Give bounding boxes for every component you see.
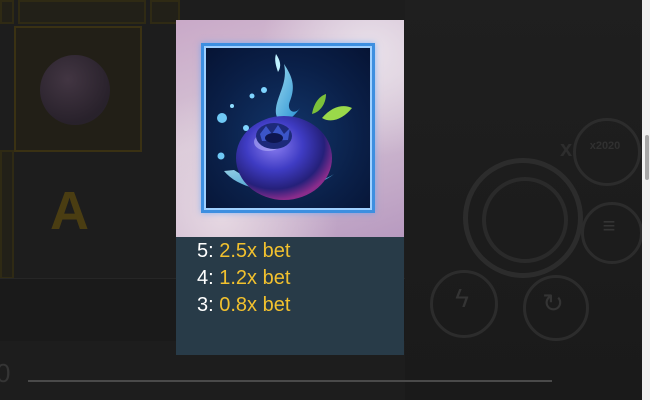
- scrollbar-track[interactable]: [642, 0, 650, 400]
- dimmed-fruit-symbol-icon: [40, 55, 110, 125]
- symbol-count: 5:: [197, 240, 214, 262]
- bet-multiplier-button[interactable]: [573, 118, 641, 186]
- symbol-frame: [201, 43, 375, 213]
- symbol-backdrop: [176, 20, 404, 237]
- bet-multiplier-label: x2020: [589, 140, 621, 152]
- reel-frame: [0, 150, 14, 279]
- game-stage: A x x2020 ≡ ϟ ↻ 0 5: 2.5x bet 4: 1.2x be…: [0, 0, 650, 400]
- divider: [28, 380, 552, 382]
- blueberry-symbol-icon: [217, 54, 352, 200]
- coin-stack-icon: ≡: [602, 213, 616, 238]
- lightning-icon: ϟ: [455, 283, 469, 313]
- dimmed-letter-symbol: A: [50, 181, 89, 241]
- balance-fragment: 0: [0, 358, 11, 388]
- paytable-row: 3: 0.8x bet: [197, 293, 290, 317]
- paytable-row: 5: 2.5x bet: [197, 239, 290, 263]
- reel-frame: [0, 0, 14, 24]
- reel-frame: [18, 0, 146, 24]
- symbol-count: 3:: [197, 294, 214, 316]
- paytable-row: 4: 1.2x bet: [197, 266, 290, 290]
- bet-multiplier-prefix: x: [560, 136, 573, 161]
- payout-multiplier: 0.8x bet: [219, 294, 291, 316]
- symbol-count: 4:: [197, 267, 214, 289]
- payout-multiplier: 2.5x bet: [219, 240, 291, 262]
- payout-multiplier: 1.2x bet: [219, 267, 291, 289]
- scrollbar-thumb[interactable]: [645, 135, 649, 180]
- autoplay-icon: ↻: [542, 288, 564, 318]
- spin-arrows-icon: [482, 177, 568, 263]
